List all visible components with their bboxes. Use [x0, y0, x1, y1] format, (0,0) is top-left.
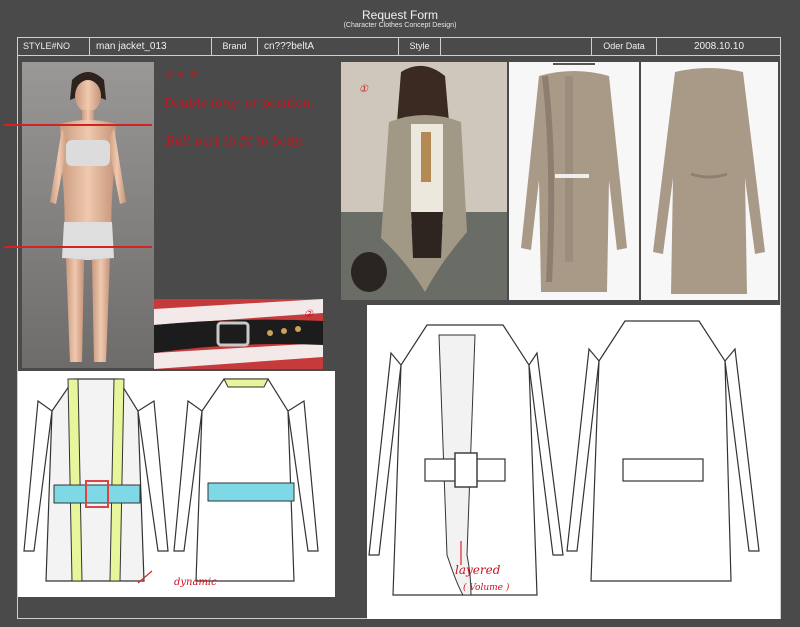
guide-line-top [4, 124, 152, 126]
color-sketch-panel: dynamic [18, 371, 335, 597]
dynamic-label: dynamic [174, 577, 217, 588]
note-line-1: Double long, or position. [164, 96, 315, 110]
volume-label: ( Volume ) [463, 583, 510, 593]
brand-value: cn???beltA [257, 37, 398, 56]
style-label: Style [398, 37, 440, 56]
form-title: Request Form [361, 8, 439, 22]
layered-label: layered [455, 563, 501, 577]
photo-marker: ① [359, 84, 368, 95]
order-date-value: 2008.10.10 [656, 37, 781, 56]
note-line-2: Belt part to fit to body. [166, 134, 304, 148]
cardigan-back-photo [641, 62, 778, 300]
note-marker: ① + ② [164, 70, 197, 81]
belt-marker: ② [304, 309, 313, 320]
style-value [440, 37, 591, 56]
brand-label: Brand [211, 37, 257, 56]
cardigan-front-photo [509, 62, 639, 300]
form-subtitle: (Character Clothes Concept Design) [343, 22, 457, 29]
belt-detail-photo: ② [154, 299, 323, 369]
order-date-label: Oder Data [591, 37, 656, 56]
character-reference-image [22, 62, 154, 368]
line-sketch-panel: layered ( Volume ) [367, 305, 780, 619]
style-no-label: STYLE#NO [23, 41, 71, 51]
fashion-photo: ① [341, 62, 507, 300]
guide-line-bottom [4, 246, 152, 248]
style-no-value: man jacket_013 [89, 37, 211, 56]
